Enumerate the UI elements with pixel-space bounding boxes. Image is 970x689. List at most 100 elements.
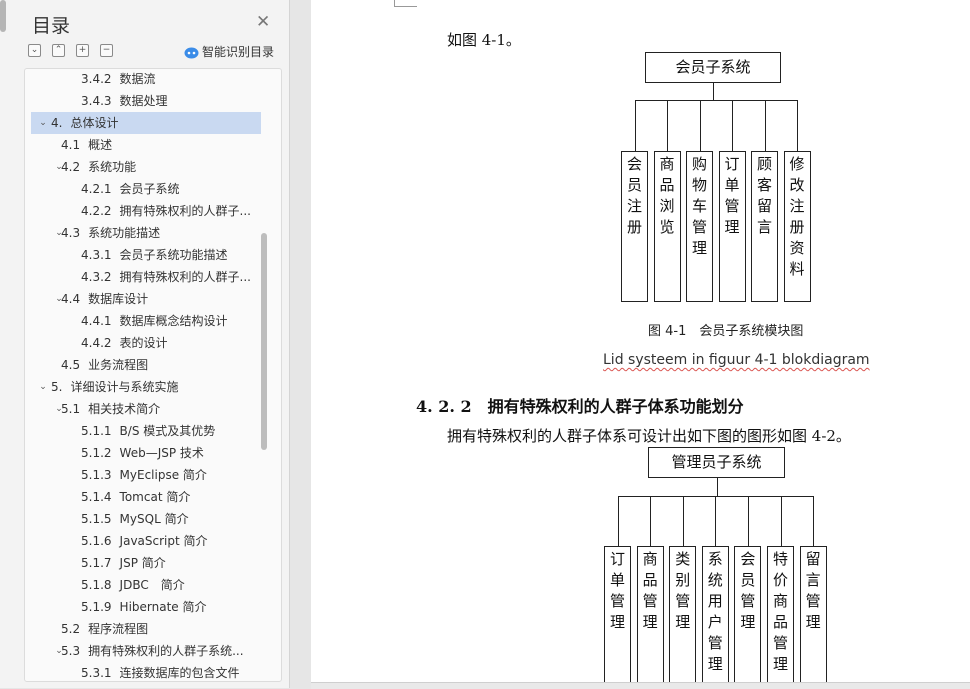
toc-item-label: 4.2.1 会员子系统 <box>81 178 180 200</box>
connector-line <box>780 496 782 546</box>
toc-item[interactable]: ⌄ 4. 总体设计 <box>31 112 261 134</box>
toc-item[interactable]: 4.2.2 拥有特殊权利的人群子... <box>31 200 261 222</box>
toc-item[interactable]: ⌄ 4.3 系统功能描述 <box>31 222 261 244</box>
intro-line: 如图 4-1。 <box>447 31 521 49</box>
toc-item[interactable]: 3.4.3 数据处理 <box>31 90 261 112</box>
diagram-leaf-box: 特价商品管理 <box>767 546 794 686</box>
toc-item[interactable]: 4.4.1 数据库概念结构设计 <box>31 310 261 332</box>
toc-item-number: 4.2 <box>61 160 81 174</box>
toc-item[interactable]: ⌄ 5.1 相关技术简介 <box>31 398 261 420</box>
diagram-leaf-label: 会员管理 <box>740 550 756 631</box>
toc-item-number: 5.2 <box>61 622 81 636</box>
toc-item-number: 5.1.4 <box>81 490 112 504</box>
toc-item-number: 5.3.1 <box>81 666 112 680</box>
toc-item[interactable]: 4.1 概述 <box>31 134 261 156</box>
connector-line <box>813 496 815 546</box>
toc-item[interactable]: 5.3.1 连接数据库的包含文件 <box>31 662 261 681</box>
toc-item[interactable]: 5.1.5 MySQL 简介 <box>31 508 261 530</box>
toc-item[interactable]: ⌄ 4.2 系统功能 <box>31 156 261 178</box>
toc-item-text: 相关技术简介 <box>88 402 161 416</box>
diagram-leaf-box: 订单管理 <box>718 151 746 302</box>
toc-item-number: 4.3.2 <box>81 270 112 284</box>
toc-item-label: 5.1.7 JSP 简介 <box>81 552 166 574</box>
translated-caption: Lid systeem in figuur 4-1 blokdiagram <box>603 352 870 368</box>
toc-item-label: 5.3.1 连接数据库的包含文件 <box>81 662 240 681</box>
toc-item-number: 3.4.2 <box>81 72 112 86</box>
connector-line <box>797 100 798 151</box>
collapse-all-button[interactable]: ⌄ <box>28 44 41 57</box>
toc-item-number: 4. <box>51 116 63 130</box>
toc-item-text: JavaScript 简介 <box>119 534 208 548</box>
toc-item-label: 5.1.6 JavaScript 简介 <box>81 530 208 552</box>
toc-item-number: 4.3 <box>61 226 81 240</box>
toc-item-text: Tomcat 简介 <box>119 490 191 504</box>
toc-item-number: 4.5 <box>61 358 81 372</box>
toc-item[interactable]: 5.2 程序流程图 <box>31 618 261 640</box>
toc-item-number: 4.4.2 <box>81 336 112 350</box>
toc-item[interactable]: 4.5 业务流程图 <box>31 354 261 376</box>
toc-item-text: MySQL 简介 <box>119 512 189 526</box>
toc-item[interactable]: 5.1.6 JavaScript 简介 <box>31 530 261 552</box>
expand-all-button[interactable]: ⌃ <box>52 44 65 57</box>
toc-item[interactable]: 3.4.2 数据流 <box>31 69 261 90</box>
remove-heading-button[interactable]: − <box>100 44 113 57</box>
toc-item[interactable]: 4.3.1 会员子系统功能描述 <box>31 244 261 266</box>
toc-item-label: 3.4.3 数据处理 <box>81 90 168 112</box>
chevron-down-icon[interactable]: ⌄ <box>37 376 49 398</box>
diagram-leaf-box: 顾客留言 <box>751 151 778 302</box>
diagram-leaf-box: 留言管理 <box>799 546 827 686</box>
toc-item-label: 5.1.9 Hibernate 简介 <box>81 596 207 618</box>
toc-item[interactable]: 5.1.4 Tomcat 简介 <box>31 486 261 508</box>
toc-item[interactable]: 5.1.3 MyEclipse 简介 <box>31 464 261 486</box>
toc-item-label: 5.1.1 B/S 模式及其优势 <box>81 420 215 442</box>
toc-scrollbar[interactable] <box>261 233 267 450</box>
diagram-leaf-label: 会员注册 <box>627 155 643 236</box>
toc-item[interactable]: 5.1.2 Web—JSP 技术 <box>31 442 261 464</box>
toc-item[interactable]: 5.1.7 JSP 简介 <box>31 552 261 574</box>
section-paragraph: 拥有特殊权利的人群子体系可设计出如下图的图形如图 4-2。 <box>447 427 851 445</box>
connector-line <box>715 496 717 546</box>
toc-item-label: 4.4 数据库设计 <box>61 288 148 310</box>
toc-item[interactable]: ⌄ 4.4 数据库设计 <box>31 288 261 310</box>
diagram-leaf-box: 系统用户管理 <box>701 546 729 686</box>
figure-caption: 图 4-1 会员子系统模块图 <box>648 324 804 339</box>
toc-item[interactable]: ⌄ 5.3 拥有特殊权利的人群子系统... <box>31 640 261 662</box>
toc-item-label: 5.2 程序流程图 <box>61 618 148 640</box>
toc-item[interactable]: 5.1.8 JDBC 简介 <box>31 574 261 596</box>
toc-item[interactable]: ⌄ 5. 详细设计与系统实施 <box>31 376 261 398</box>
toc-item-number: 4.2.2 <box>81 204 112 218</box>
toc-item-text: Hibernate 简介 <box>119 600 207 614</box>
smart-toc-button[interactable]: 智能识别目录 <box>184 43 274 59</box>
toc-item-text: 系统功能描述 <box>88 226 161 240</box>
connector-line <box>764 100 766 151</box>
toc-item[interactable]: 5.1.1 B/S 模式及其优势 <box>31 420 261 442</box>
toc-item[interactable]: 4.3.2 拥有特殊权利的人群子... <box>31 266 261 288</box>
toc-panel: 目录 ✕ ⌄ ⌃ + − 智能识别目录 3.4.2 数据流 3.4.3 数据处理 ⌄ 4.… <box>0 0 290 688</box>
add-heading-button[interactable]: + <box>76 44 89 57</box>
toc-title: 目录 <box>32 15 71 37</box>
toc-item-text: 详细设计与系统实施 <box>70 380 179 394</box>
connector-line <box>713 83 714 100</box>
toc-item[interactable]: 5.1.9 Hibernate 简介 <box>31 596 261 618</box>
toc-item-text: 概述 <box>88 138 113 152</box>
toc-item-number: 5.3 <box>61 644 81 658</box>
diagram-leaf-label: 订单管理 <box>610 550 626 631</box>
toc-item-number: 5.1.8 <box>81 578 112 592</box>
diagram-leaf-label: 留言管理 <box>805 550 821 631</box>
toc-item-label: 5.1.8 JDBC 简介 <box>81 574 185 596</box>
toc-item-label: 5.1.2 Web—JSP 技术 <box>81 442 204 464</box>
toc-item-number: 4.3.1 <box>81 248 112 262</box>
toc-item-label: 4.1 概述 <box>61 134 112 156</box>
connector-line <box>732 100 733 151</box>
close-icon[interactable]: ✕ <box>256 12 270 32</box>
chevron-down-icon[interactable]: ⌄ <box>37 112 49 134</box>
connector-line <box>747 496 749 546</box>
toc-list[interactable]: 3.4.2 数据流 3.4.3 数据处理 ⌄ 4. 总体设计 4.1 概述 ⌄ 4.2 系统功能 4.2… <box>24 68 282 682</box>
toc-item-text: 程序流程图 <box>88 622 149 636</box>
toc-item[interactable]: 4.2.1 会员子系统 <box>31 178 261 200</box>
diagram-leaf-label: 购物车管理 <box>692 155 708 257</box>
toc-item-label: 4.2.2 拥有特殊权利的人群子... <box>81 200 251 222</box>
toc-item[interactable]: 4.4.2 表的设计 <box>31 332 261 354</box>
toc-item-label: 4.3.2 拥有特殊权利的人群子... <box>81 266 251 288</box>
toc-item-label: 4. 总体设计 <box>51 112 118 134</box>
